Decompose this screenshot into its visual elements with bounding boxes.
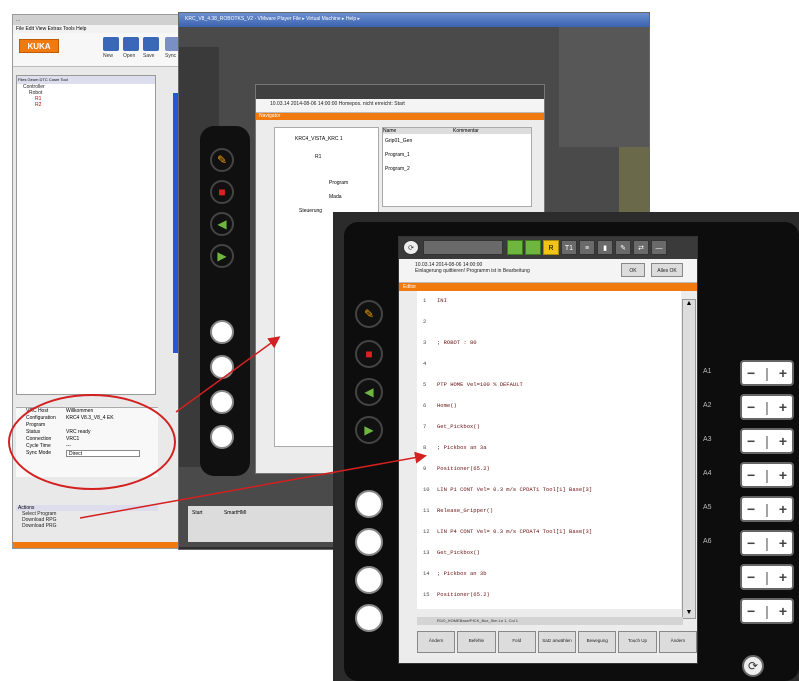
arrow-to-editor (79, 451, 427, 519)
arrow-to-navigator (175, 336, 281, 413)
annotation-arrows (79, 336, 427, 519)
